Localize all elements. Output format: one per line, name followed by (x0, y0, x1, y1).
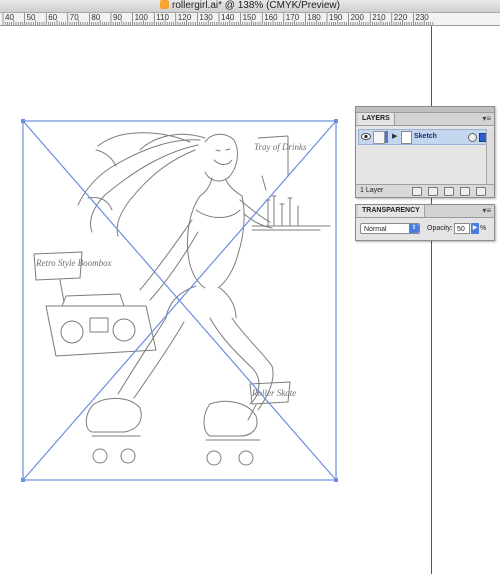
note-tray-of-drinks: Tray of Drinks (254, 142, 307, 152)
ruler-label: 110 (156, 13, 169, 22)
select-arrows-icon[interactable]: ⇕ (409, 224, 419, 233)
ruler-label: 130 (199, 13, 213, 22)
opacity-label: Opacity: (427, 225, 453, 232)
blend-mode-select[interactable]: Normal ⇕ (360, 223, 420, 234)
ruler-label: 140 (221, 13, 235, 22)
locate-object-icon[interactable] (412, 187, 422, 196)
layers-panel-header: LAYERS ▾≡ (356, 113, 494, 126)
ruler-label: 190 (329, 13, 343, 22)
ruler-label: 80 (91, 13, 101, 22)
layer-count: 1 Layer (360, 187, 384, 194)
ruler-label: 180 (307, 13, 321, 22)
ruler-label: 90 (113, 13, 122, 22)
selection-bounding-box[interactable] (22, 120, 337, 481)
ruler-label: 50 (26, 13, 36, 22)
opacity-unit: % (480, 225, 487, 232)
note-boombox: Retro Style Boombox (35, 258, 112, 268)
ruler-label: 40 (5, 13, 14, 22)
expand-triangle-icon[interactable]: ▶ (392, 133, 397, 141)
new-sublayer-icon[interactable] (444, 187, 454, 196)
new-layer-icon[interactable] (460, 187, 470, 196)
layers-footer: 1 Layer (356, 184, 494, 197)
lock-toggle[interactable] (373, 131, 385, 144)
layer-target-icon[interactable] (468, 133, 477, 142)
opacity-dropdown-arrow-icon[interactable]: ▶ (471, 223, 479, 234)
ruler-label: 160 (264, 13, 278, 22)
panel-menu-icon[interactable]: ▾≡ (482, 207, 491, 215)
ruler-label: 170 (285, 13, 300, 22)
delete-layer-icon[interactable] (476, 187, 486, 196)
transparency-controls: Normal ⇕ Opacity: 50 ▶ % (356, 218, 494, 240)
selection-handle-ne[interactable] (334, 119, 338, 123)
ruler-label: 150 (242, 13, 256, 22)
tab-layers[interactable]: LAYERS (358, 113, 395, 125)
ruler-label: 210 (372, 13, 386, 22)
transparency-panel-header: TRANSPARENCY ▾≡ (356, 205, 494, 218)
ruler-label: 200 (350, 13, 364, 22)
visibility-eye-icon[interactable] (361, 132, 371, 141)
tab-transparency[interactable]: TRANSPARENCY (358, 205, 425, 217)
layer-color-swatch (385, 131, 388, 143)
layer-thumbnail (401, 131, 412, 144)
illustrator-doc-icon (160, 0, 169, 9)
selection-handle-sw[interactable] (21, 478, 25, 482)
selection-handle-se[interactable] (334, 478, 338, 482)
layers-list: ▶ Sketch (356, 129, 494, 184)
blend-mode-value: Normal (364, 226, 387, 233)
layer-name[interactable]: Sketch (414, 130, 437, 144)
transparency-panel[interactable]: TRANSPARENCY ▾≡ Normal ⇕ Opacity: 50 ▶ % (355, 204, 495, 241)
pencil-sketch (33, 132, 331, 466)
horizontal-ruler[interactable]: 40 50 60 70 80 90 100 110 120 130 140 150 160 170 180 1… (0, 13, 500, 26)
window-title-bar: rollergirl.ai* @ 138% (CMYK/Preview) (0, 0, 500, 13)
ruler-label: 60 (48, 13, 58, 22)
panel-menu-icon[interactable]: ▾≡ (482, 115, 491, 123)
layer-row-sketch[interactable]: ▶ Sketch (358, 129, 492, 145)
selection-handle-nw[interactable] (21, 119, 25, 123)
clipping-mask-icon[interactable] (428, 187, 438, 196)
window-title: rollergirl.ai* @ 138% (CMYK/Preview) (172, 0, 340, 11)
ruler-label: 70 (69, 13, 79, 22)
opacity-input[interactable]: 50 (454, 223, 470, 234)
layers-scrollbar[interactable] (486, 129, 494, 184)
ruler-label: 220 (393, 13, 408, 22)
ruler-label: 120 (177, 13, 192, 22)
ruler-label: 100 (134, 13, 148, 22)
layers-panel[interactable]: LAYERS ▾≡ ▶ Sketch 1 Layer (355, 106, 495, 198)
ruler-label: 230 (415, 13, 429, 22)
